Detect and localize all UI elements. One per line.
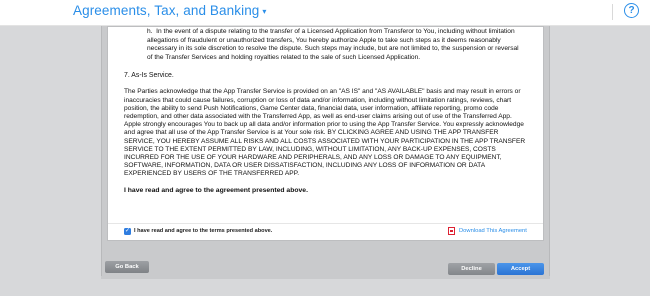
agreement-confirm-row: ✓ I have read and agree to the terms pre… [108,223,543,240]
download-agreement-link[interactable]: Download This Agreement [448,227,527,235]
agreement-scroll-area[interactable]: h. In the event of a dispute relating to… [108,27,543,222]
accept-button[interactable]: Accept [497,263,544,275]
chevron-down-icon: ▾ [262,7,267,16]
section-title: 7. As-Is Service. [124,72,174,80]
agreement-document: h. In the event of a dispute relating to… [107,26,544,241]
go-back-button[interactable]: Go Back [105,261,149,273]
page-title: Agreements, Tax, and Banking [73,3,260,18]
download-agreement-label: Download This Agreement [459,228,527,234]
agree-checkbox-label[interactable]: I have read and agree to the terms prese… [134,228,272,234]
clause-h: h. In the event of a dispute relating to… [147,28,519,61]
top-bar: Agreements, Tax, and Banking ▾ ? [0,0,650,26]
agree-checkbox[interactable]: ✓ [124,228,131,235]
help-icon[interactable]: ? [624,3,639,18]
agree-statement: I have read and agree to the agreement p… [124,186,308,194]
agreement-panel: h. In the event of a dispute relating to… [101,26,550,276]
pdf-icon [448,227,455,235]
panel-bottom [101,276,550,279]
header-divider [612,4,613,20]
action-bar: Go Back Decline Accept [101,258,550,276]
section-body: The Parties acknowledge that the App Tra… [124,88,526,178]
decline-button[interactable]: Decline [448,263,495,275]
section-menu[interactable]: Agreements, Tax, and Banking ▾ [73,3,267,18]
